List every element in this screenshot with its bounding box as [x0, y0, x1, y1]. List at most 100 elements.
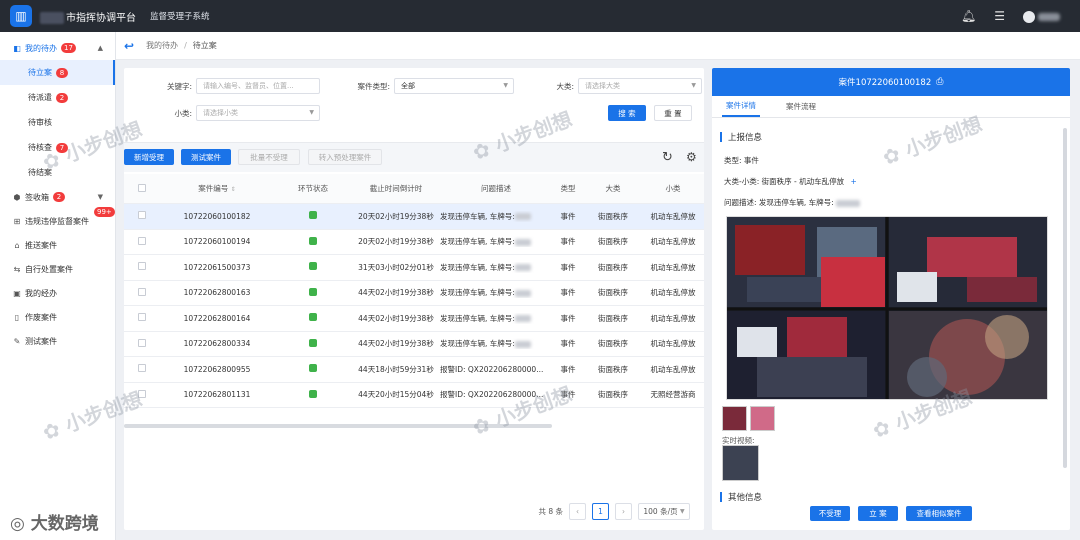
row-checkbox[interactable] [138, 287, 146, 296]
sidebar-item-label: 待审核 [28, 118, 52, 127]
table-row[interactable]: 10722061500373 31天03小时02分01秒 发现违停车辆, 车牌号: 事… [124, 255, 704, 281]
row-checkbox[interactable] [138, 364, 146, 373]
evidence-photo-image [727, 217, 1047, 399]
table-row[interactable]: 10722062800163 44天02小时19分38秒 发现违停车辆, 车牌号: 事… [124, 280, 704, 306]
sidebar-item-pending-check[interactable]: 待核查 7 [0, 135, 115, 160]
case-id-cell[interactable]: 10722060100182 [160, 212, 274, 221]
tab-case-flow[interactable]: 案件流程 [782, 96, 820, 117]
select-all-checkbox[interactable] [124, 183, 160, 194]
row-checkbox[interactable] [138, 313, 146, 322]
case-id-cell[interactable]: 10722061500373 [160, 263, 274, 272]
row-select-cell[interactable] [124, 338, 160, 349]
status-cell [274, 287, 352, 298]
table-row[interactable]: 10722060100194 20天02小时19分38秒 发现违停车辆, 车牌号: 事… [124, 229, 704, 255]
breadcrumb-parent[interactable]: 我的待办 [146, 40, 178, 51]
major-cell: 街面秩序 [584, 287, 642, 298]
table-row[interactable]: 10722062800164 44天02小时19分38秒 发现违停车辆, 车牌号: 事… [124, 306, 704, 332]
sidebar-item-pending-close[interactable]: 待结案 [0, 160, 115, 185]
case-id-cell[interactable]: 10722060100194 [160, 237, 274, 246]
row-checkbox[interactable] [138, 262, 146, 271]
bell-icon[interactable]: 🔔︎ [961, 9, 976, 23]
status-icon [309, 313, 317, 322]
plus-icon[interactable]: + [850, 177, 856, 186]
back-arrow-icon[interactable]: ↩ [124, 39, 134, 53]
minor-cell-text: 机动车乱停放 [650, 313, 696, 323]
add-case-button[interactable]: 新增受理 [124, 149, 174, 165]
panel-title: 案件10722060100182 [838, 78, 932, 88]
total-count: 共 8 条 [538, 507, 563, 516]
case-id-cell[interactable]: 10722062801131 [160, 390, 274, 399]
sidebar-item-pending-filing[interactable]: 待立案 8 [0, 60, 115, 85]
minor-select[interactable]: 请选择小类 ▼ [196, 105, 320, 121]
desc-cell: 报警ID: QX202206280000... [440, 389, 552, 400]
reset-button[interactable]: 重 置 [654, 105, 692, 121]
case-id-cell[interactable]: 10722062800163 [160, 288, 274, 297]
view-similar-cases-button[interactable]: 查看相似案件 [906, 506, 972, 521]
table-row[interactable]: 10722062801131 44天20小时15分04秒 报警ID: QX20220… [124, 382, 704, 408]
sidebar-item-push-cases[interactable]: ⌂ 推送案件 [0, 233, 115, 257]
row-select-cell[interactable] [124, 287, 160, 298]
prev-page-button[interactable]: ‹ [569, 503, 586, 520]
menu-icon[interactable]: ☰ [994, 9, 1005, 23]
refresh-icon[interactable]: ↻ [662, 150, 673, 165]
status-cell [274, 389, 352, 400]
move-to-preprocess-button[interactable]: 转入预处理案件 [308, 149, 382, 165]
keyword-label: 关键字: [166, 81, 192, 91]
sidebar-item-my-handled[interactable]: ▣ 我的经办 [0, 281, 115, 305]
realtime-video-thumbnail[interactable] [722, 445, 759, 481]
test-case-button[interactable]: 测试案件 [181, 149, 231, 165]
deadline-cell-text: 44天02小时19分38秒 [358, 313, 434, 323]
print-icon[interactable]: ⎙ [936, 77, 943, 87]
row-checkbox[interactable] [138, 211, 146, 220]
sidebar-item-test-cases[interactable]: ✎ 测试案件 [0, 329, 115, 353]
photo-thumbnail[interactable] [750, 406, 775, 431]
vertical-scrollbar[interactable] [1063, 128, 1067, 468]
case-id-cell[interactable]: 10722062800955 [160, 365, 274, 374]
sidebar-item-my-todo[interactable]: ◧ 我的待办 17 ▲ [0, 36, 115, 60]
avatar[interactable] [1023, 10, 1035, 23]
horizontal-scrollbar[interactable] [124, 424, 552, 428]
col-header-id[interactable]: 案件编号 ⇕ [160, 183, 274, 194]
case-id-cell[interactable]: 10722062800164 [160, 314, 274, 323]
sidebar-item-self-handled[interactable]: ⇆ 自行处置案件 [0, 257, 115, 281]
gear-icon[interactable]: ⚙ [686, 150, 697, 164]
sidebar-item-label: 待立案 [28, 68, 52, 77]
photo-thumbnail[interactable] [722, 406, 747, 431]
sidebar-item-violation-cases[interactable]: ⊞ 违规违停监督案件 99+ [0, 207, 115, 233]
next-page-button[interactable]: › [615, 503, 632, 520]
minor-cell-text: 机动车乱停放 [650, 288, 696, 298]
table-row[interactable]: 10722060100182 20天02小时19分38秒 发现违停车辆, 车牌号: 事… [124, 204, 704, 230]
chevron-up-icon[interactable]: ▲ [98, 44, 103, 52]
sidebar-item-pending-dispatch[interactable]: 待派遣 2 [0, 85, 115, 110]
case-id-cell[interactable]: 10722062800334 [160, 339, 274, 348]
sidebar-item-label: 作废案件 [25, 312, 57, 322]
case-type-select[interactable]: 全部 ▼ [394, 78, 514, 94]
sort-icon[interactable]: ⇕ [231, 186, 236, 193]
page-number-button[interactable]: 1 [592, 503, 609, 520]
row-select-cell[interactable] [124, 364, 160, 374]
sidebar-item-pending-review[interactable]: 待审核 [0, 110, 115, 135]
tab-case-detail[interactable]: 案件详情 [722, 96, 760, 117]
reject-button[interactable]: 不受理 [810, 506, 850, 521]
page-size-select[interactable]: 100 条/页 ▼ [638, 503, 690, 520]
table-row[interactable]: 10722062800955 44天18小时59分31秒 报警ID: QX20220… [124, 357, 704, 383]
row-select-cell[interactable] [124, 389, 160, 400]
user-menu[interactable] [1023, 9, 1060, 23]
row-checkbox[interactable] [138, 338, 146, 347]
chevron-down-icon[interactable]: ▼ [98, 193, 103, 201]
batch-reject-button[interactable]: 批量不受理 [238, 149, 300, 165]
file-case-button[interactable]: 立 案 [858, 506, 898, 521]
search-button[interactable]: 搜 索 [608, 105, 646, 121]
row-checkbox[interactable] [138, 236, 146, 245]
keyword-input[interactable]: 请输入编号、监督员、位置... [196, 78, 320, 94]
sidebar-item-voided[interactable]: ▯ 作废案件 [0, 305, 115, 329]
evidence-photo[interactable] [726, 216, 1048, 400]
row-select-cell[interactable] [124, 313, 160, 323]
row-select-cell[interactable] [124, 262, 160, 272]
table-row[interactable]: 10722062800334 44天02小时19分38秒 发现违停车辆, 车牌号: 事… [124, 331, 704, 357]
row-select-cell[interactable] [124, 236, 160, 247]
row-select-cell[interactable] [124, 211, 160, 221]
major-select[interactable]: 请选择大类 ▼ [578, 78, 702, 94]
row-checkbox[interactable] [138, 389, 146, 398]
sidebar-item-inbox[interactable]: ⬢ 签收箱 2 ▼ [0, 185, 115, 209]
